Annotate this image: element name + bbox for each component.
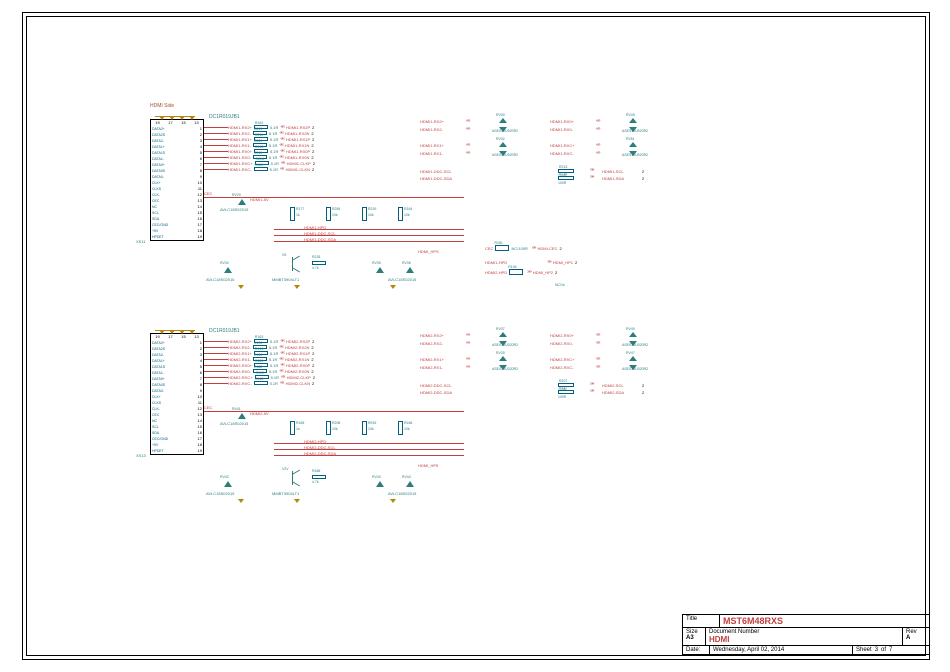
hdmi1-lower: CEC RV29 AVLC18S02015HDMI1-5V R177 1k R2… [204, 185, 524, 305]
port-chevron-icon: «« [280, 351, 284, 355]
tvs-icon [376, 481, 384, 487]
bidir-arrow-icon: «» [466, 332, 470, 338]
gnd-icon [155, 326, 195, 334]
tvs-diode-icon: RV49 ASES12U020R2 [626, 118, 646, 132]
tvs-icon [376, 267, 384, 273]
series-resistor: R143 [254, 381, 268, 385]
hdmi2-connector-refdes: DC1R019JB1 [209, 328, 240, 334]
bidir-arrow-icon: «» [596, 118, 600, 124]
port-chevron-icon: «« [281, 375, 285, 379]
port-chevron-icon: «« [279, 345, 283, 349]
gnd-icon [238, 499, 244, 503]
bidir-arrow-icon: «» [466, 356, 470, 362]
tvs-diode-icon: RV30 ASES12U020R2 [496, 118, 516, 132]
port-chevron-icon: «« [279, 143, 283, 147]
hpd1-row: HDMI1-HPD »» HDMI_HP1 2 [485, 259, 577, 265]
data-lane: HDMI1-RXC- R161 5.1R «« HDMI1-CLKN 2 [228, 166, 314, 172]
pullup-res [362, 421, 367, 435]
tb-rev: Rev A [902, 628, 929, 645]
tvs-diode-icon: RV51 ASES12U020R2 [626, 142, 646, 156]
hdmi1-block: DC1R019JB1 19171513 DATA2+1DATA2S2DATA2-… [150, 113, 750, 303]
ddc-scl-sig: HDMI1-DDC-SCL [420, 169, 452, 174]
conn-pin-row: HPDET19 [151, 234, 203, 240]
tvs-diode-icon: RV47 ASES12U020R2 [626, 356, 646, 370]
hpd2-resistor: R194 [509, 269, 523, 275]
tb-date: Wednesday, April 02, 2014 [709, 646, 852, 654]
tvs-icon [238, 199, 246, 205]
port-chevron-icon: «« [280, 381, 284, 385]
gnd-icon [294, 499, 300, 503]
hdmi2-lower: CEC RV41 AVLC18S02015HDMI2-5V R185 1k R2… [204, 399, 524, 519]
port-chevron-icon: «« [279, 357, 283, 361]
hdmi2-xs-label: XS13 [136, 453, 146, 458]
port-chevron-icon: «« [279, 369, 283, 373]
port-chevron-icon: «« [280, 125, 284, 129]
port-chevron-icon: «« [280, 149, 284, 153]
hdmi1-connector-refdes: DC1R019JB1 [209, 114, 240, 120]
tb-sheet: Sheet 3 of 7 [852, 646, 929, 654]
tvs-icon [238, 413, 246, 419]
pullup-res [398, 207, 403, 221]
data-lane: HDMI2-RXC- R143 5.1R «« HDMI2-CLKN 2 [228, 380, 314, 386]
port-chevron-icon: «« [279, 131, 283, 135]
tvs-icon [406, 481, 414, 487]
gnd-icon [238, 285, 244, 289]
port-chevron-icon: «« [280, 339, 284, 343]
bidir-arrow-icon: «» [466, 142, 470, 148]
port-chevron-icon: «« [280, 137, 284, 141]
base-res [312, 261, 326, 265]
port-chevron-icon: «« [280, 363, 284, 367]
conn-pin-row: HPDET19 [151, 448, 203, 454]
bidir-arrow-icon: «» [596, 356, 600, 362]
hdmi1-xs-label: XS11 [136, 239, 146, 244]
tvs-icon [406, 267, 414, 273]
tvs-diode-icon: RV37 ASES12U020R2 [496, 332, 516, 346]
bidir-arrow-icon: «» [596, 142, 600, 148]
hpd2-row: HDMI2-HPD R194 »» HDMI_HP2 2 [485, 269, 557, 275]
tb-date-label: Date: [683, 646, 709, 654]
tb-title: MST6M48RXS [719, 615, 929, 627]
tvs-diode-icon: RV32 ASES12U020R2 [496, 142, 516, 156]
pullup-res [326, 207, 331, 221]
pullup-res [290, 207, 295, 221]
pullup-res [398, 421, 403, 435]
pullup-res [290, 421, 295, 435]
titleblock: Title MST6M48RXS Size A3 Document Number… [682, 614, 930, 655]
npn-transistor-icon [288, 471, 302, 485]
hdmi-side-label: HDMI Side [150, 103, 174, 109]
tb-doc: Document Number HDMI [705, 628, 902, 645]
tb-size-label: Size A3 [683, 628, 705, 645]
ddc-sda-res: R216 [558, 176, 574, 180]
port-chevron-icon: «« [280, 167, 284, 171]
hdmi2-block: DC1R019JB1 19171513 DATA2+1DATA2S2DATA2-… [150, 327, 750, 517]
bidir-arrow-icon: «» [596, 332, 600, 338]
base-res [312, 475, 326, 479]
gnd-icon [294, 285, 300, 289]
cec-resistor: R181 [495, 245, 509, 251]
series-resistor: R161 [254, 167, 268, 171]
nc-label: NC/1k [555, 283, 565, 287]
gnd-icon [390, 499, 396, 503]
port-chevron-icon: «« [279, 155, 283, 159]
gnd-icon [390, 285, 396, 289]
bidir-arrow-icon: «» [466, 118, 470, 124]
gnd-icon [155, 112, 195, 120]
tb-title-label: Title [683, 615, 719, 627]
tvs-diode-icon: RV39 ASES12U020R2 [496, 356, 516, 370]
npn-transistor-icon [288, 257, 302, 271]
tvs-diode-icon: RV45 ASES12U020R2 [626, 332, 646, 346]
cec-row: CEC R181 NC/100R »» HDMI-CEC 2 [485, 245, 562, 251]
hdmi2-connector: DC1R019JB1 19171513 DATA2+1DATA2S2DATA2-… [150, 333, 204, 455]
port-chevron-icon: «« [281, 161, 285, 165]
hdmi1-connector: DC1R019JB1 19171513 DATA2+1DATA2S2DATA2-… [150, 119, 204, 241]
tvs-icon [224, 267, 232, 273]
pullup-res [326, 421, 331, 435]
ddc-sda-sig: HDMI1-DDC-SDA [420, 176, 452, 181]
tvs-icon [224, 481, 232, 487]
pullup-res [362, 207, 367, 221]
